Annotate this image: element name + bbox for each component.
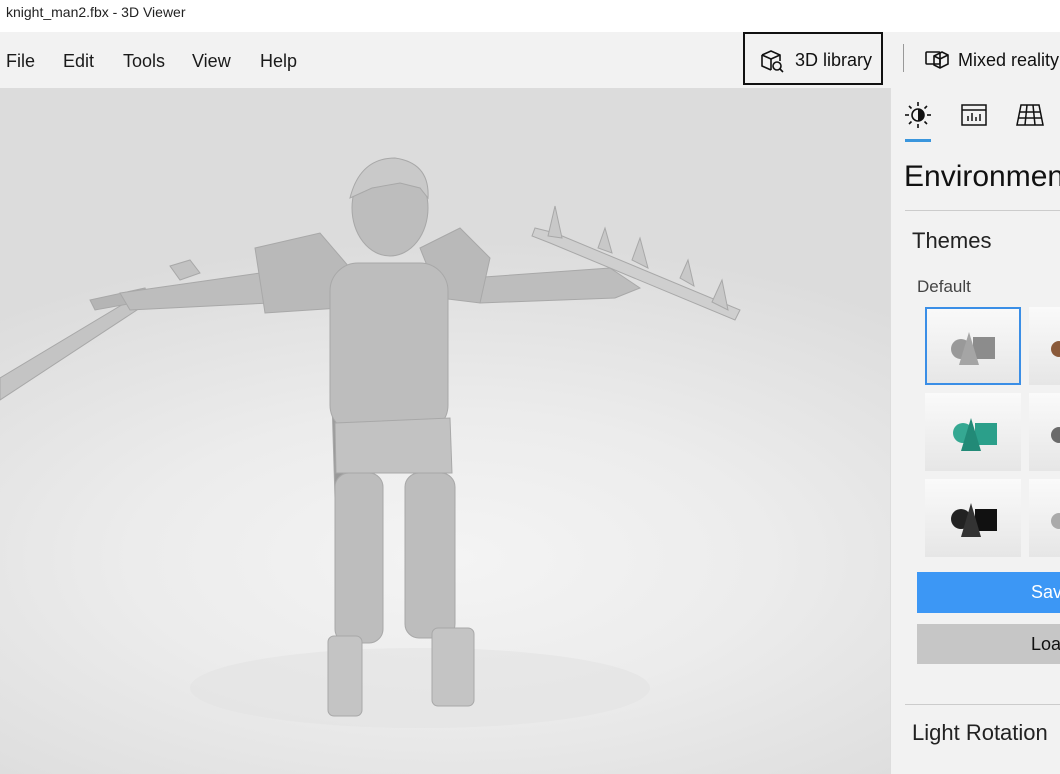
window-title: knight_man2.fbx - 3D Viewer [6, 4, 186, 20]
menu-view[interactable]: View [192, 32, 231, 88]
title-bar: knight_man2.fbx - 3D Viewer [0, 0, 1060, 32]
grid-icon [1016, 104, 1044, 126]
mixed-reality-label: Mixed reality [958, 50, 1060, 70]
tab-grid[interactable] [1015, 100, 1047, 134]
divider [905, 210, 1060, 211]
menu-tools[interactable]: Tools [123, 32, 165, 88]
theme-thumbnail-default[interactable] [925, 307, 1021, 385]
cube-search-icon [759, 48, 785, 74]
menu-help[interactable]: Help [260, 32, 297, 88]
knight-model [0, 157, 741, 728]
theme-thumbnail-dark[interactable] [925, 479, 1021, 557]
default-subheading: Default [917, 277, 971, 296]
3d-library-button[interactable]: 3D library [743, 32, 883, 85]
stats-icon [961, 104, 987, 126]
tab-lighting[interactable] [903, 100, 935, 142]
menu-file[interactable]: File [6, 32, 35, 88]
mixed-reality-button[interactable]: Mixed reality [918, 32, 1060, 88]
toolbar-separator [903, 44, 904, 72]
theme-thumbnail-4[interactable] [1029, 393, 1060, 471]
shapes-icon [951, 332, 995, 365]
theme-thumbnail-6[interactable] [1029, 479, 1060, 557]
light-rotation-heading: Light Rotation [912, 720, 1048, 745]
tab-stats[interactable] [959, 100, 991, 134]
theme-thumbnail-teal[interactable] [925, 393, 1021, 471]
menu-edit[interactable]: Edit [63, 32, 94, 88]
divider [905, 704, 1060, 705]
shapes-icon [951, 503, 997, 537]
lighting-icon [905, 102, 931, 128]
load-button[interactable]: Load [917, 624, 1060, 664]
mixed-reality-icon [924, 46, 950, 72]
save-button[interactable]: Save [917, 572, 1060, 613]
menu-bar: File Edit Tools View Help [0, 32, 1060, 88]
settings-panel: Environment Themes Default Save Load Lig… [890, 88, 1060, 774]
theme-thumbnail-2[interactable] [1029, 307, 1060, 385]
shapes-icon [953, 418, 997, 451]
panel-title: Environment [904, 160, 1060, 193]
3d-viewport[interactable] [0, 88, 890, 774]
themes-heading: Themes [912, 228, 992, 253]
3d-library-label: 3D library [795, 50, 873, 70]
